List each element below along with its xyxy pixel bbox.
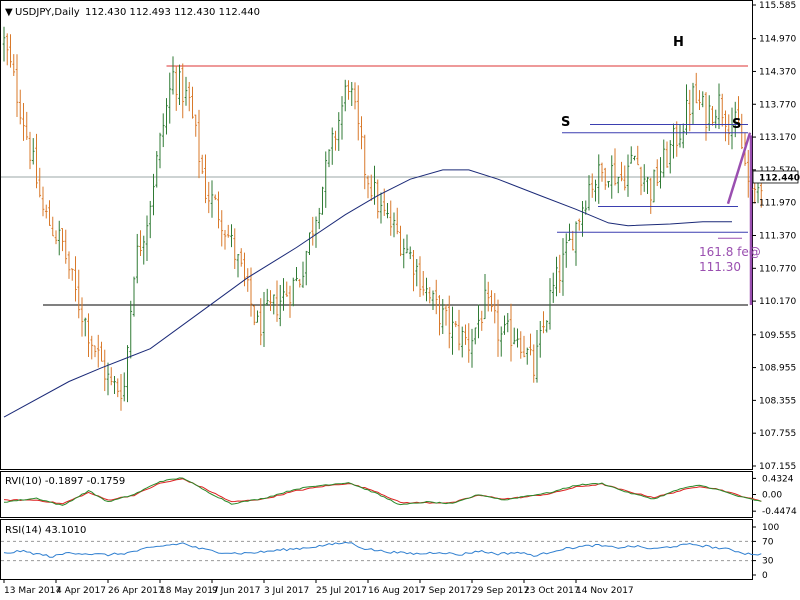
price-tick-label: 108.955 <box>759 364 796 374</box>
date-tick-label: 3 Jul 2017 <box>264 586 309 596</box>
price-tick-label: 111.370 <box>759 232 796 242</box>
rvi-header[interactable]: RVI(10) -0.1897 -0.1759 <box>5 476 125 487</box>
head-label: H <box>673 35 684 50</box>
rsi-line <box>3 541 762 558</box>
rsi-tick-label: 0 <box>762 571 768 581</box>
price-tick-label: 107.155 <box>759 462 796 472</box>
price-tick-label: 113.770 <box>759 100 796 110</box>
chart-canvas: 0.4324 0.00 -0.4474 100 70 30 0 115.585 114.97… <box>0 0 800 596</box>
date-tick-label: 18 May 2017 <box>160 586 219 596</box>
price-tick-label: 113.170 <box>759 133 796 143</box>
rsi-layer: 100 70 30 0 <box>1 523 779 581</box>
price-tick-label: 114.370 <box>759 67 796 77</box>
header-arrow: ▼ <box>5 7 13 18</box>
levels-layer <box>1 65 752 306</box>
candles-layer <box>2 26 763 411</box>
main-pane-frame <box>0 0 753 470</box>
date-tick-label: 13 Mar 2017 <box>4 586 61 596</box>
projection-up-arrow <box>726 132 752 205</box>
date-tick-label: 25 Jul 2017 <box>316 586 367 596</box>
rsi-header[interactable]: RSI(14) 43.1010 <box>5 525 86 536</box>
date-tick-label: 9 Jun 2017 <box>212 586 260 596</box>
price-tick-label: 111.970 <box>759 199 796 209</box>
rsi-tick-label: 30 <box>762 557 774 567</box>
rsi-tick-label: 70 <box>762 537 774 547</box>
left-shoulder-label: S <box>561 115 570 130</box>
date-tick-label: 26 Apr 2017 <box>108 586 164 596</box>
price-tick-label: 110.170 <box>759 297 796 307</box>
date-tick-label: 14 Nov 2017 <box>576 586 634 596</box>
ohlc-header: 112.430 112.493 112.430 112.440 <box>85 7 260 18</box>
price-tick-label: 110.770 <box>759 264 796 274</box>
fib-value: 111.30 <box>699 260 741 274</box>
rvi-tick-label: 0.00 <box>762 491 782 501</box>
last-price-label: 112.440 <box>759 173 800 183</box>
price-tick-label: 115.585 <box>759 1 796 11</box>
price-tick-label: 114.970 <box>759 35 796 45</box>
rvi-tick-label: 0.4324 <box>762 474 794 484</box>
rsi-tick-label: 100 <box>762 523 779 533</box>
symbol-header[interactable]: USDJPY,Daily <box>15 7 80 18</box>
date-tick-label: 16 Aug 2017 <box>368 586 426 596</box>
rvi-tick-label: -0.4474 <box>762 507 797 517</box>
axes-layer: 115.585114.970114.370113.770113.170112.5… <box>3 1 800 596</box>
fib-label: 161.8 fe@ <box>699 245 761 259</box>
price-tick-label: 108.355 <box>759 396 796 406</box>
date-tick-label: 29 Sep 2017 <box>472 586 529 596</box>
rsi-pane-frame <box>0 519 753 580</box>
right-shoulder-label: S <box>732 117 741 132</box>
date-tick-label: 4 Apr 2017 <box>56 586 106 596</box>
date-tick-label: 7 Sep 2017 <box>420 586 471 596</box>
price-tick-label: 107.755 <box>759 429 796 439</box>
price-tick-label: 109.555 <box>759 331 796 341</box>
date-tick-label: 23 Oct 2017 <box>524 586 580 596</box>
